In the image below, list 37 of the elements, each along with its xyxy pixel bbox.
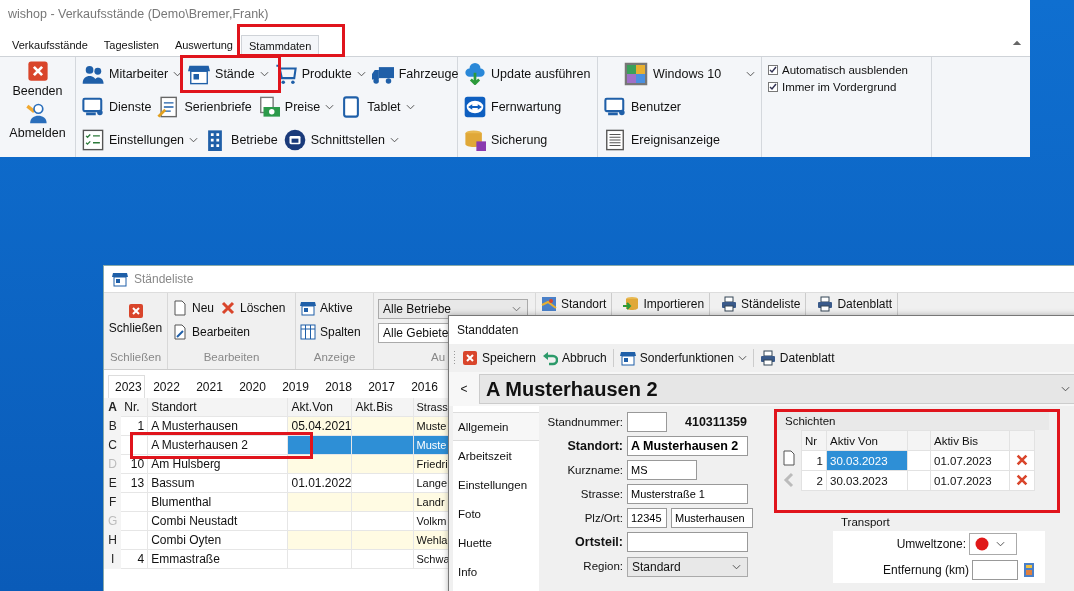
field-label: Kurzname: — [566, 464, 623, 476]
table-cell: Bassum — [147, 473, 288, 493]
stand-number: 410311359 — [685, 415, 747, 429]
field-label: Strasse: — [579, 488, 623, 500]
panel-title: Transport — [833, 513, 1045, 531]
table-cell: 01.01.2022 — [287, 473, 352, 493]
table-cell: 13 — [121, 473, 148, 493]
table-cell: 30.03.2023 — [826, 470, 908, 491]
table-cell: Combi Oyten — [147, 530, 288, 550]
table-cell: 1 — [801, 450, 827, 471]
table-cell: 10 — [121, 454, 148, 474]
field-label: Entfernung (km) — [882, 563, 969, 577]
table-cell: Am Hulsberg — [147, 454, 288, 474]
window-title: Standdaten — [456, 322, 520, 339]
field-label: Standort: — [566, 439, 623, 453]
group-label: Au — [431, 351, 446, 365]
table-cell: A Musterhausen — [147, 416, 288, 436]
table-cell: 1 — [121, 416, 148, 436]
table-cell: Combi Neustadt — [147, 511, 288, 531]
table-cell: Emmastraße — [147, 549, 288, 569]
window-title: wishop - Verkaufsstände (Demo\Bremer,Frank) — [7, 6, 270, 23]
table-cell: 01.07.2023 — [930, 450, 1010, 471]
field-label: Standnummer: — [546, 416, 623, 428]
table-cell: Blumenthal — [147, 492, 288, 512]
table-cell: A Musterhausen 2 — [147, 435, 288, 455]
group-label: Schließen — [108, 351, 163, 365]
group-label: Anzeige — [312, 351, 357, 365]
field-label: Umweltzone: — [896, 537, 966, 551]
window-title: Ständeliste — [134, 272, 194, 286]
field-label: Ortsteil: — [574, 535, 623, 549]
table-cell: 4 — [121, 549, 148, 569]
field-label: Plz/Ort: — [583, 512, 623, 524]
panel-title: Schichten — [777, 412, 1049, 430]
group-label: Bearbeiten — [202, 351, 261, 365]
table-cell: 2 — [801, 470, 827, 491]
table-cell: 01.07.2023 — [930, 470, 1010, 491]
field-label: Region: — [582, 560, 623, 572]
